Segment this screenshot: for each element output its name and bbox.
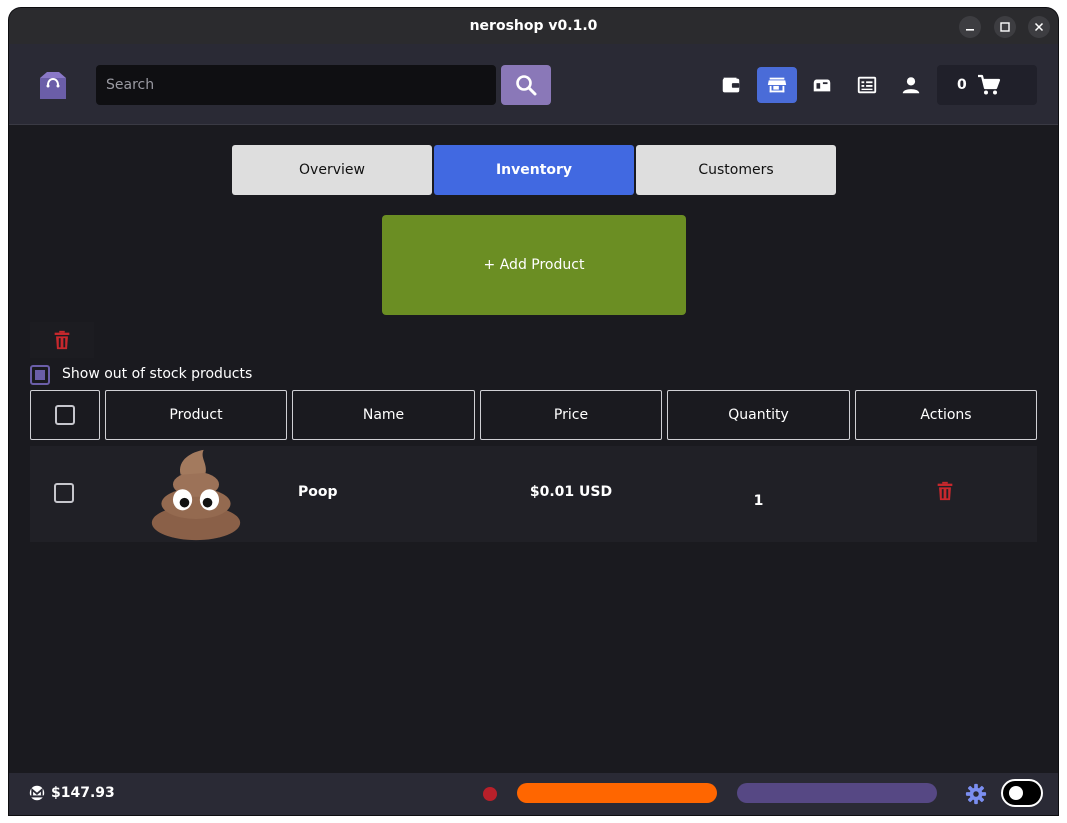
trash-icon [937,481,953,501]
product-quantity: 1 [753,493,764,509]
app-window: neroshop v0.1.0 Search 0 Overview Invent… [9,8,1058,815]
monero-icon [29,785,45,801]
orders-button[interactable] [847,67,887,103]
column-header-label: Product [169,407,223,423]
column-header-label: Actions [920,407,972,423]
column-header-actions: Actions [855,390,1037,440]
secondary-progress-fill [737,783,937,803]
select-all-checkbox[interactable] [55,405,75,425]
table-row: Poop $0.01 USD 1 [30,446,1037,542]
delete-product-button[interactable] [934,480,958,504]
cart-icon [977,74,1000,95]
theme-toggle[interactable] [1001,779,1043,807]
balance-amount: $147.93 [51,785,115,801]
select-all-header [30,390,100,440]
column-header-label: Quantity [728,407,789,423]
column-header-label: Name [362,407,405,423]
toggle-knob [1009,786,1023,800]
tab-customers[interactable]: Customers [636,145,836,195]
orders-icon [857,76,877,94]
product-price: $0.01 USD [529,484,613,500]
app-header: 0 [9,44,1058,125]
sync-progress-bar [517,783,717,803]
add-product-label: + Add Product [483,257,585,273]
cart-button[interactable]: 0 [937,65,1037,105]
show-out-of-stock-checkbox[interactable] [30,365,50,385]
sync-progress-fill [517,783,717,803]
close-icon[interactable] [1028,16,1050,38]
tab-inventory[interactable]: Inventory [434,145,634,195]
trash-icon [54,330,70,350]
settings-button[interactable] [965,783,987,805]
tab-customers-label: Customers [698,162,774,178]
status-bar: $147.93 [9,773,1058,815]
secondary-progress-bar [737,783,937,803]
search-icon [516,75,537,96]
store-button[interactable] [757,67,797,103]
column-header-price: Price [480,390,662,440]
neroshop-logo-icon[interactable] [37,69,69,101]
column-header-product: Product [105,390,287,440]
column-header-name: Name [292,390,475,440]
cart-count: 0 [957,77,967,93]
add-product-button[interactable]: + Add Product [382,215,686,315]
column-header-label: Price [553,407,589,423]
user-icon [902,77,920,94]
tab-overview-label: Overview [299,162,365,178]
maximize-icon[interactable] [994,16,1016,38]
wallet-button[interactable] [711,67,751,103]
column-header-quantity: Quantity [667,390,850,440]
poop-emoji-icon [151,449,241,541]
wallet-icon [722,77,740,93]
product-image [148,446,244,542]
user-button[interactable] [891,67,931,103]
mailbox-icon [813,79,831,92]
product-name: Poop [298,484,338,500]
gear-icon [965,783,987,805]
title-bar: neroshop v0.1.0 [9,8,1058,44]
tab-inventory-label: Inventory [495,162,573,178]
row-select-checkbox[interactable] [54,483,74,503]
mailbox-button[interactable] [802,67,842,103]
tab-overview[interactable]: Overview [232,145,432,195]
wallet-balance[interactable]: $147.93 [29,785,115,801]
search-input[interactable] [96,65,496,105]
delete-selected-button[interactable] [30,322,94,358]
minimize-icon[interactable] [959,16,981,38]
checkbox-check-mark [35,370,45,380]
store-icon [767,77,787,93]
show-out-of-stock-label: Show out of stock products [62,366,253,382]
connection-status-dot [483,787,497,801]
search-button[interactable] [501,65,551,105]
window-title: neroshop v0.1.0 [469,18,598,34]
